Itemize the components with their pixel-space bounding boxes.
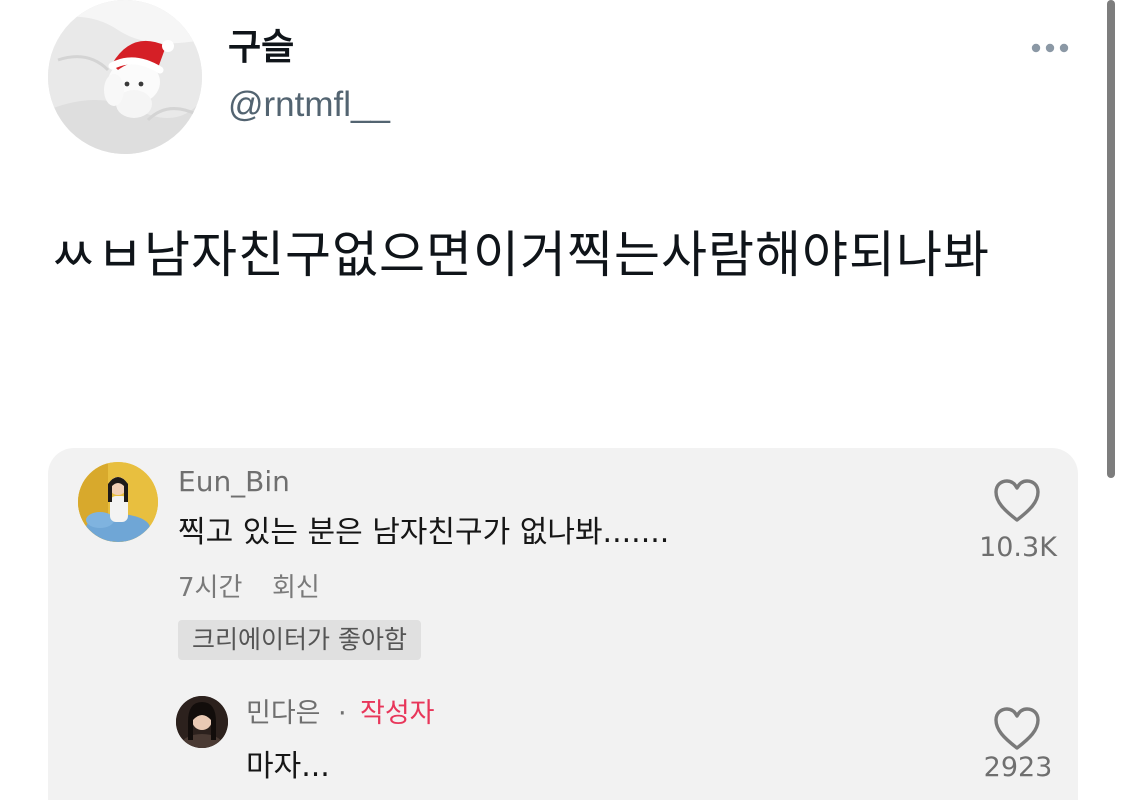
commenter-username[interactable]: Eun_Bin <box>178 464 290 500</box>
tweet-screenshot: 구슬 @rntmfl__ ㅆㅂ남자친구없으면이거찍는사람해야되나봐 Eun_Bi… <box>0 0 1124 800</box>
display-name[interactable]: 구슬 <box>228 24 294 72</box>
reply-author-username[interactable]: 민다은 <box>246 696 321 732</box>
comment-like-count: 10.3K <box>979 532 1057 563</box>
heart-icon <box>994 707 1040 750</box>
scrollbar[interactable] <box>1107 0 1115 478</box>
reply-text: 마자... <box>246 749 330 784</box>
reply-like-button[interactable] <box>992 706 1042 752</box>
reply-button[interactable]: 회신 <box>272 570 320 606</box>
creator-liked-badge: 크리에이터가 좋아함 <box>178 620 421 660</box>
embedded-comment-card: Eun_Bin 찍고 있는 분은 남자친구가 없나봐....... 7시간 회신… <box>48 448 1078 800</box>
person-photo-avatar-image <box>78 462 158 542</box>
plush-toy-santa-hat-avatar-image <box>48 0 202 154</box>
profile-avatar[interactable] <box>48 0 202 154</box>
comment-timestamp: 7시간 <box>178 573 243 603</box>
reply-like-count: 2923 <box>983 752 1053 783</box>
comment-like-button[interactable] <box>992 478 1042 524</box>
author-label: 작성자 <box>360 698 435 729</box>
person-photo-avatar-image <box>176 696 228 748</box>
reply-author-avatar[interactable] <box>176 696 228 748</box>
tweet-text: ㅆㅂ남자친구없으면이거찍는사람해야되나봐 <box>50 226 990 284</box>
more-horizontal-icon <box>1031 43 1069 53</box>
user-handle[interactable]: @rntmfl__ <box>228 82 390 128</box>
heart-icon <box>994 479 1040 522</box>
comment-text: 찍고 있는 분은 남자친구가 없나봐....... <box>178 515 670 550</box>
commenter-avatar[interactable] <box>78 462 158 542</box>
name-separator: · <box>338 698 347 729</box>
more-options-button[interactable] <box>1020 28 1080 68</box>
